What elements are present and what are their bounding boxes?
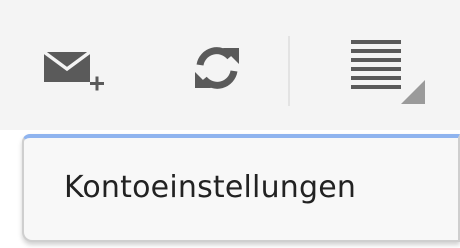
overflow-menu-popup: Kontoeinstellungen <box>22 134 460 242</box>
refresh-button[interactable] <box>172 20 262 115</box>
menu-lines-icon <box>351 39 425 104</box>
compose-button[interactable] <box>30 20 120 115</box>
overflow-indicator-icon <box>401 79 425 104</box>
refresh-icon <box>195 46 239 89</box>
action-bar <box>0 0 460 130</box>
compose-mail-icon <box>42 50 104 90</box>
action-bar-divider <box>288 36 290 106</box>
menu-item-label: Kontoeinstellungen <box>64 169 357 205</box>
menu-item-account-settings[interactable]: Kontoeinstellungen <box>24 138 458 240</box>
overflow-menu-button[interactable] <box>335 20 425 115</box>
